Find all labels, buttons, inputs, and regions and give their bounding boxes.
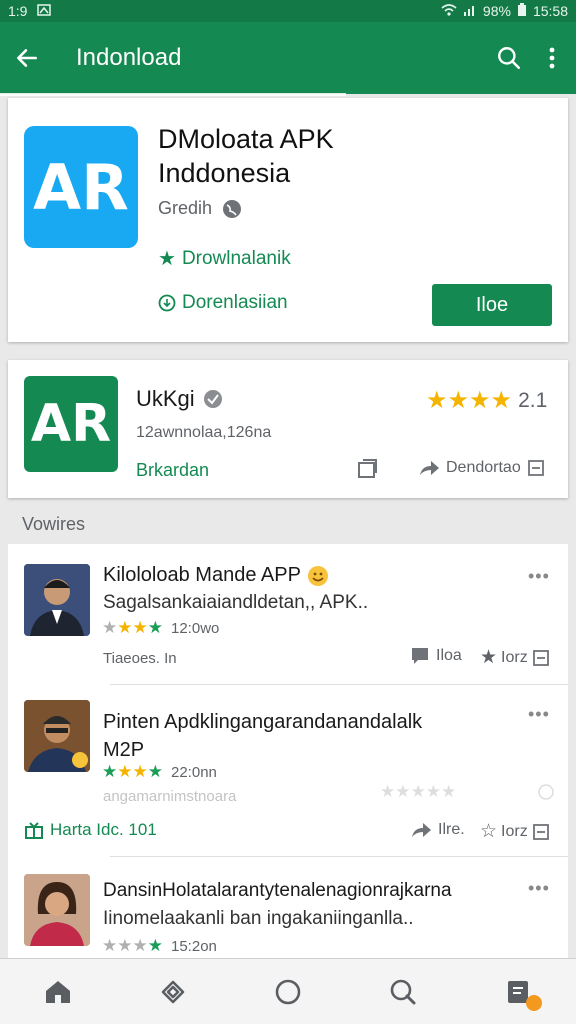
review-footer[interactable]: Harta Idc. 101 [24, 820, 157, 840]
review-date: 22:0nn [171, 763, 217, 781]
search-icon[interactable] [496, 45, 522, 71]
more-horiz-icon[interactable]: ••• [528, 878, 550, 899]
reply-action[interactable]: Iloa [410, 646, 462, 666]
review-title: DansinHolatalarantytenalenagionrajkarna [103, 880, 452, 901]
more-horiz-icon[interactable]: ••• [528, 704, 550, 725]
app-toolbar: Indonload [0, 22, 576, 94]
star-outline-icon: ☆ [480, 821, 498, 842]
review-stars: ★★★★ 12:0wo [102, 618, 220, 637]
battery-icon [517, 2, 527, 20]
review-title: Kilololoab Mande APP [103, 564, 301, 586]
back-arrow-icon[interactable] [14, 45, 40, 71]
review-title: Pinten Apdklingangarandanandalalk M2P [103, 711, 423, 761]
review-footer: Tiaeoes. In [103, 650, 177, 667]
avatar [24, 700, 90, 772]
explore-icon [159, 978, 187, 1006]
app-detail-category[interactable]: Brkardan [136, 460, 209, 481]
comment-icon [410, 646, 430, 666]
featured-app-card[interactable]: AR DMoloata APK Inddonesia Gredih ★ Drow… [8, 98, 568, 342]
nav-library[interactable] [488, 967, 548, 1017]
review-body: Iinomelaakanli ban ingakaniinganlla.. [103, 908, 414, 929]
like-action[interactable]: ★ Iorz [480, 646, 550, 669]
notification-icon [37, 3, 52, 19]
list-item[interactable]: DansinHolatalarantytenalenagionrajkarna … [8, 860, 568, 958]
emoji-icon [307, 565, 329, 587]
more-vert-icon[interactable] [548, 46, 556, 70]
notification-badge-icon [526, 994, 543, 1011]
circle-icon [274, 978, 302, 1006]
verified-icon [203, 389, 223, 409]
share-box-icon[interactable] [356, 458, 378, 480]
bottom-navigation [0, 958, 576, 1024]
forward-icon [410, 820, 432, 840]
status-time: 1:9 [8, 3, 28, 19]
review-stars: ★★★★ 22:0nn [102, 762, 217, 781]
star-icon: ★ [158, 248, 176, 270]
globe-icon [222, 199, 242, 219]
featured-developer: Gredih [158, 198, 242, 219]
tab-indicator [0, 93, 346, 96]
battery-percent: 98% [482, 3, 511, 19]
review-title-row: Kilololoab Mande APP [103, 564, 329, 587]
app-detail-icon: AR [24, 376, 118, 472]
avatar [24, 874, 90, 946]
reviews-list: Kilololoab Mande APP Sagalsankaiaiandlde… [8, 544, 568, 958]
avatar [24, 564, 90, 636]
toolbar-title: Indonload [76, 44, 182, 71]
review-stars: ★★★★ 15:2on [102, 936, 217, 955]
signal-icon [463, 3, 477, 19]
nav-circle[interactable] [258, 967, 318, 1017]
featured-app-icon: AR [24, 126, 138, 248]
featured-title: DMoloata APK Inddonesia [158, 124, 334, 188]
app-detail-rating: 2.1 [518, 388, 548, 412]
app-detail-stars: ★ ★ ★ ★ 2.1 [426, 387, 548, 414]
list-item[interactable]: Pinten Apdklingangarandanandalalk M2P ★★… [8, 686, 568, 856]
download-circle-icon [158, 294, 176, 312]
home-icon [44, 979, 72, 1005]
status-bar: 1:9 98% 15:58 [0, 0, 576, 22]
review-sub: angamarnimstnoara [103, 788, 237, 805]
review-date: 12:0wo [171, 619, 220, 637]
forward-action[interactable]: Dendortao [418, 458, 545, 478]
app-detail-card[interactable]: AR UkKgi 12awnnolaa,126na Brkardan ★ ★ ★ ★ … [8, 360, 568, 498]
install-button[interactable]: Iloe [432, 284, 552, 326]
nav-explore[interactable] [143, 967, 203, 1017]
flag-icon [532, 823, 550, 841]
more-horiz-icon[interactable]: ••• [528, 566, 550, 587]
nav-home[interactable] [28, 967, 88, 1017]
gift-icon [24, 820, 44, 840]
forward-icon [418, 458, 440, 478]
flag-icon [527, 459, 545, 477]
app-detail-name: UkKgi [136, 386, 195, 411]
forward-action[interactable]: Ilre. [410, 820, 465, 840]
app-detail-meta: 12awnnolaa,126na [136, 424, 272, 441]
divider [110, 856, 568, 857]
like-action[interactable]: ☆ Iorz [480, 820, 550, 843]
wifi-icon [441, 3, 457, 19]
list-item[interactable]: Kilololoab Mande APP Sagalsankaiaiandlde… [8, 544, 568, 684]
faded-stars: ★★★★★ [380, 782, 457, 801]
faded-flag-icon [538, 784, 554, 800]
flag-icon [532, 649, 550, 667]
search-chat-icon [388, 978, 418, 1006]
featured-rating: ★ Drowlnalanik [158, 247, 291, 271]
status-clock: 15:58 [532, 3, 568, 19]
review-date: 15:2on [171, 937, 217, 955]
section-title: Vowires [22, 514, 86, 534]
review-body: Sagalsankaiaiandldetan,, APK.. [103, 592, 369, 613]
app-detail-name-row: UkKgi [136, 386, 223, 412]
featured-download-info: Dorenlasiian [158, 292, 288, 314]
star-outline-icon: ★ [480, 647, 498, 668]
divider [110, 684, 568, 685]
nav-search[interactable] [373, 967, 433, 1017]
